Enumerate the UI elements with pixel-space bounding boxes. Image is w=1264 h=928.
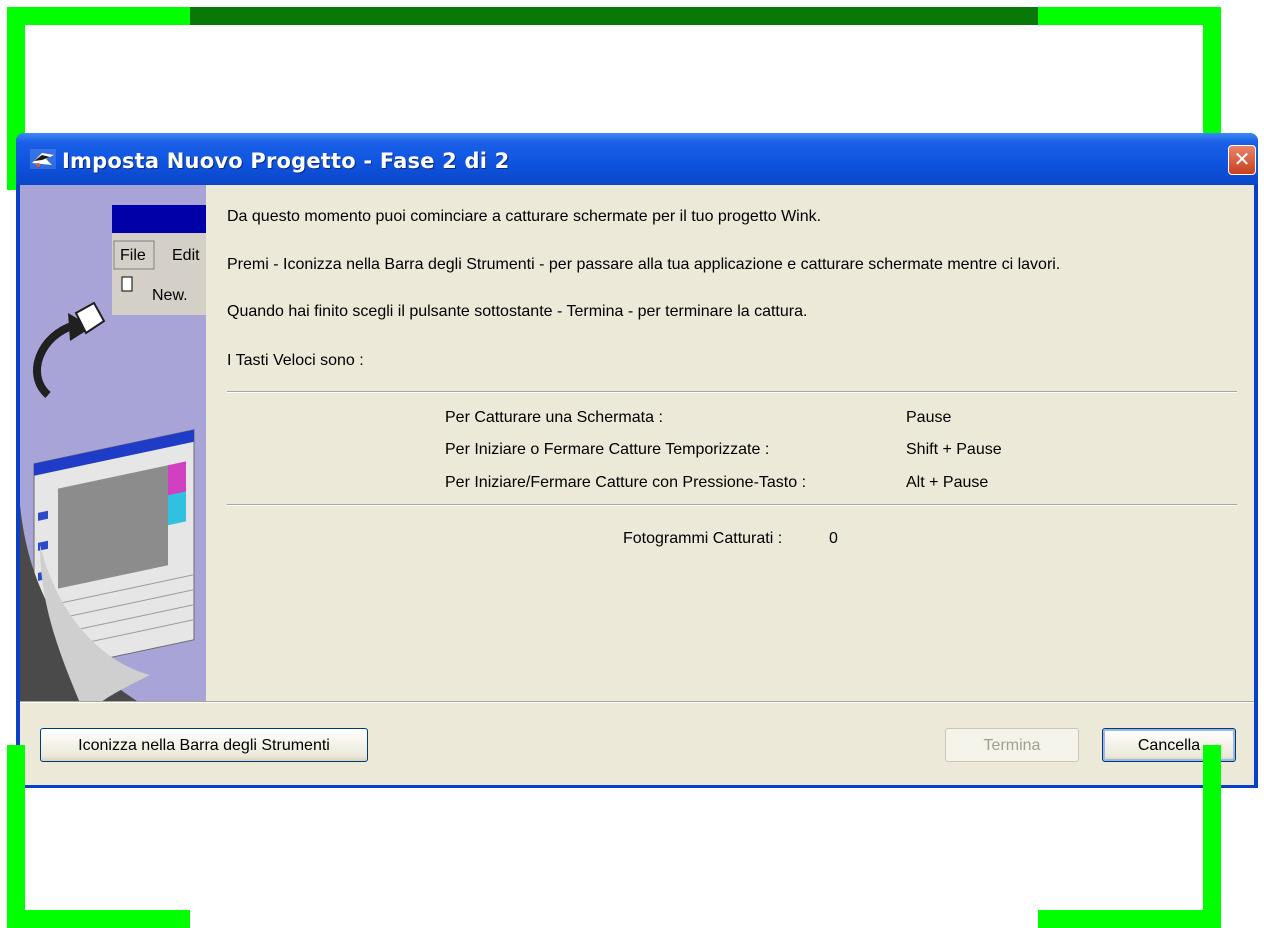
- close-icon: ✕: [1233, 147, 1251, 171]
- hotkeys-heading: I Tasti Veloci sono :: [227, 352, 364, 369]
- separator-top: [227, 391, 1237, 393]
- intro-line-2: Premi - Iconizza nella Barra degli Strum…: [227, 256, 1061, 273]
- frames-captured-label: Fotogrammi Catturati :: [623, 530, 783, 547]
- capture-frame-bottom-right-v: [1203, 745, 1221, 927]
- frames-captured-count: 0: [829, 530, 838, 547]
- capture-frame-top-right-h: [1038, 7, 1221, 25]
- wink-app-icon: [30, 149, 56, 169]
- banner-menu-new: New.: [152, 287, 188, 304]
- hotkey-key-capture: Pause: [906, 409, 952, 426]
- intro-line-1: Da questo momento puoi cominciare a catt…: [227, 208, 822, 225]
- dialog-body: File Edit New. Da questo momento puoi co…: [20, 185, 1254, 785]
- banner-menu-file: File: [120, 247, 146, 264]
- window-title: Imposta Nuovo Progetto - Fase 2 di 2: [62, 149, 510, 173]
- close-button[interactable]: ✕: [1228, 145, 1256, 175]
- hotkey-key-timed: Shift + Pause: [906, 441, 1002, 458]
- capture-frame-top-edge: [190, 7, 1038, 25]
- setup-wizard-dialog: Imposta Nuovo Progetto - Fase 2 di 2 ✕ F…: [16, 133, 1258, 788]
- minimize-to-taskbar-button[interactable]: Iconizza nella Barra degli Strumenti: [40, 728, 368, 762]
- intro-line-3: Quando hai finito scegli il pulsante sot…: [227, 303, 808, 320]
- capture-frame-top-left-h: [7, 7, 190, 25]
- separator-bottom: [227, 504, 1237, 506]
- hotkey-key-keypress: Alt + Pause: [906, 474, 989, 491]
- capture-frame-bottom-left-h: [7, 910, 190, 928]
- capture-frame-bottom-right-h: [1038, 910, 1221, 928]
- hotkey-label-capture: Per Catturare una Schermata :: [445, 409, 663, 426]
- hotkey-label-timed: Per Iniziare o Fermare Catture Temporizz…: [445, 441, 770, 458]
- finish-button[interactable]: Termina: [945, 728, 1079, 762]
- capture-frame-bottom-left-v: [7, 745, 25, 927]
- banner-menu-edit: Edit: [172, 247, 200, 264]
- footer-separator: [20, 701, 1254, 703]
- wizard-banner-image: File Edit New.: [20, 185, 206, 703]
- title-bar[interactable]: Imposta Nuovo Progetto - Fase 2 di 2 ✕: [16, 133, 1258, 185]
- hotkey-label-keypress: Per Iniziare/Fermare Catture con Pressio…: [445, 474, 807, 491]
